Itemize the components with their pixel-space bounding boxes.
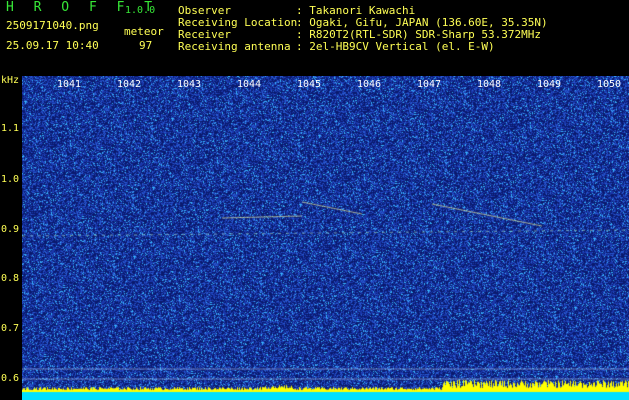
x-tick-label: 1050: [597, 79, 622, 90]
capture-timestamp: 25.09.17 10:40: [6, 39, 99, 52]
x-tick-label: 1049: [537, 79, 562, 90]
app-version: 1.0.0: [125, 5, 156, 16]
y-tick-label: 1.0: [1, 174, 20, 185]
x-tick-label: 1044: [237, 79, 262, 90]
y-tick-label: 0.6: [1, 373, 20, 384]
waterfall-spectrogram: [22, 76, 629, 400]
x-tick-label: 1042: [117, 79, 142, 90]
x-tick-label: 1041: [57, 79, 82, 90]
x-tick-label: 1043: [177, 79, 202, 90]
y-tick-label: 0.9: [1, 224, 20, 235]
detector-label: meteor: [124, 25, 164, 38]
y-tick-label: 1.1: [1, 123, 20, 134]
detector-count: 97: [139, 39, 153, 52]
x-tick-label: 1046: [357, 79, 382, 90]
antenna-value: : 2el-HB9CV Vertical (el. E-W): [296, 40, 495, 53]
header-panel: H R O F F T 1.0.0 2509171040.png 25.09.1…: [0, 0, 629, 76]
x-tick-label: 1047: [417, 79, 442, 90]
x-tick-label: 1045: [297, 79, 322, 90]
image-filename: 2509171040.png: [6, 19, 99, 32]
y-tick-label: 0.8: [1, 273, 20, 284]
antenna-label: Receiving antenna: [178, 40, 291, 53]
frequency-unit: kHz: [1, 75, 20, 86]
x-tick-label: 1048: [477, 79, 502, 90]
y-tick-label: 0.7: [1, 323, 20, 334]
